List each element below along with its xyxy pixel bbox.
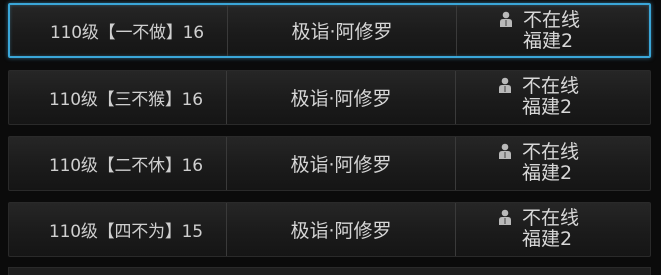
server-name: 福建2: [522, 162, 573, 184]
server-name: 福建2: [522, 96, 573, 118]
member-name: 110级【四不为】15: [9, 203, 227, 256]
online-status: 不在线: [522, 75, 580, 97]
member-class: 极诣·阿修罗: [227, 203, 456, 256]
online-status: 不在线: [523, 9, 581, 31]
online-status: 不在线: [522, 141, 580, 163]
person-icon: [499, 143, 511, 159]
server-name: 福建2: [523, 30, 574, 52]
member-list: 110级【一不做】16 极诣·阿修罗 不在线 福建2 110级【三不猴】16 极…: [0, 0, 661, 275]
member-status-cell: 不在线 福建2: [456, 71, 650, 124]
member-status-cell: 不在线 福建2: [457, 5, 649, 56]
member-class: 极诣·阿修罗: [228, 5, 457, 56]
online-status: 不在线: [522, 207, 580, 229]
member-status-cell: 不在线 福建2: [456, 203, 650, 256]
member-row[interactable]: 110级【二不休】16 极诣·阿修罗 不在线 福建2: [8, 136, 651, 191]
person-icon: [499, 209, 511, 225]
member-row[interactable]: 110级【一不做】16 极诣·阿修罗 不在线 福建2: [8, 3, 651, 58]
person-icon: [499, 77, 511, 93]
person-icon: [500, 11, 512, 27]
member-class: 极诣·阿修罗: [227, 71, 456, 124]
member-name: 110级【一不做】16: [10, 5, 228, 56]
member-name: 110级【二不休】16: [9, 137, 227, 190]
member-row[interactable]: 110级【三不猴】16 极诣·阿修罗 不在线 福建2: [8, 70, 651, 125]
member-status-cell: 不在线 福建2: [456, 137, 650, 190]
next-row-partial[interactable]: [8, 267, 651, 275]
member-row[interactable]: 110级【四不为】15 极诣·阿修罗 不在线 福建2: [8, 202, 651, 257]
member-name: 110级【三不猴】16: [9, 71, 227, 124]
server-name: 福建2: [522, 228, 573, 250]
member-class: 极诣·阿修罗: [227, 137, 456, 190]
